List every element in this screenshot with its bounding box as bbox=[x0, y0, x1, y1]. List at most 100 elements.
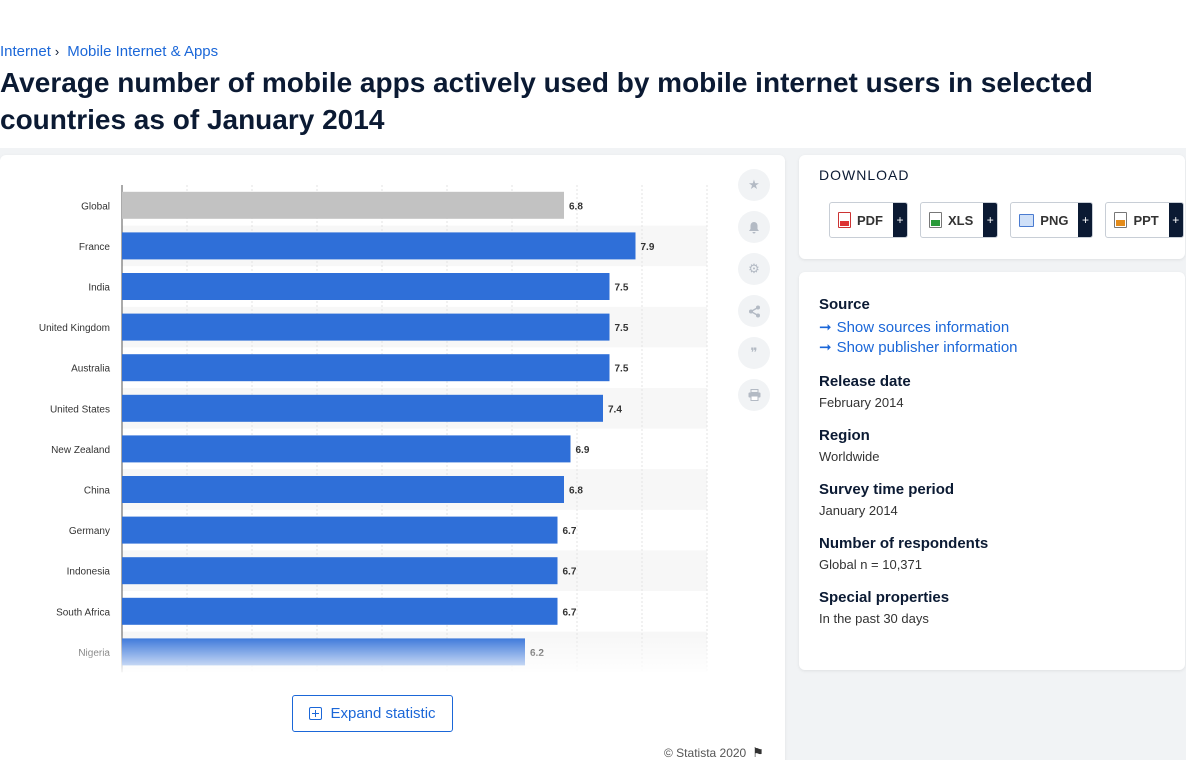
show-sources-label: Show sources information bbox=[836, 318, 1010, 336]
bar bbox=[122, 597, 558, 625]
tick-label: Germany bbox=[69, 526, 110, 537]
bar bbox=[122, 191, 564, 219]
tick-label: Indonesia bbox=[67, 567, 111, 578]
bar bbox=[122, 435, 571, 463]
download-png-button[interactable]: PNG + bbox=[1010, 202, 1094, 238]
star-icon[interactable]: ★ bbox=[738, 169, 770, 201]
statistic-info-card: Source ➞ Show sources information ➞ Show p… bbox=[799, 272, 1185, 670]
bar bbox=[122, 313, 610, 341]
arrow-right-icon: ➞ bbox=[819, 319, 832, 336]
bar bbox=[122, 232, 636, 260]
data-label: 7.4 bbox=[608, 404, 622, 415]
bar bbox=[122, 394, 603, 422]
tick-label: Australia bbox=[71, 364, 110, 375]
data-label: 6.2 bbox=[530, 648, 544, 659]
data-label: 6.7 bbox=[563, 567, 577, 578]
respondents-label: Number of respondents bbox=[819, 535, 989, 552]
source-block: Source ➞ Show sources information ➞ Show p… bbox=[819, 296, 1165, 356]
download-pdf-main[interactable]: PDF bbox=[830, 203, 893, 237]
bell-icon[interactable] bbox=[738, 211, 770, 243]
download-ppt-plus[interactable]: + bbox=[1168, 203, 1183, 237]
source-label: Source bbox=[819, 296, 870, 313]
region-block: Region Worldwide bbox=[819, 427, 1165, 464]
tick-label: India bbox=[88, 283, 110, 294]
data-label: 7.5 bbox=[615, 323, 629, 334]
print-icon[interactable] bbox=[738, 379, 770, 411]
download-buttons: PDF + XLS + PNG + PPT + bbox=[829, 202, 1184, 238]
show-sources-link[interactable]: ➞ Show sources information bbox=[819, 318, 1165, 337]
download-xls-button[interactable]: XLS + bbox=[920, 202, 999, 238]
region-value: Worldwide bbox=[819, 449, 880, 464]
png-file-icon bbox=[1019, 213, 1035, 227]
region-label: Region bbox=[819, 427, 870, 444]
download-ppt-main[interactable]: PPT bbox=[1106, 203, 1168, 237]
xls-file-icon bbox=[929, 212, 942, 228]
download-png-plus[interactable]: + bbox=[1078, 203, 1093, 237]
download-card: DOWNLOAD PDF + XLS + PNG + PPT + bbox=[799, 155, 1185, 259]
gear-icon[interactable]: ⚙ bbox=[738, 253, 770, 285]
breadcrumb-separator: › bbox=[54, 44, 60, 59]
data-label: 6.8 bbox=[569, 486, 583, 497]
release-date-label: Release date bbox=[819, 373, 911, 390]
download-xls-plus[interactable]: + bbox=[983, 203, 998, 237]
bar bbox=[122, 354, 610, 382]
data-label: 7.5 bbox=[615, 283, 629, 294]
survey-period-label: Survey time period bbox=[819, 481, 955, 498]
respondents-value: Global n = 10,371 bbox=[819, 557, 922, 572]
pdf-file-icon bbox=[838, 212, 851, 228]
survey-period-value: January 2014 bbox=[819, 503, 898, 518]
tick-label: France bbox=[79, 242, 111, 253]
breadcrumb: Internet › Mobile Internet & Apps bbox=[0, 43, 218, 60]
expand-statistic-label: Expand statistic bbox=[330, 705, 436, 722]
survey-period-block: Survey time period January 2014 bbox=[819, 481, 1165, 518]
download-png-label: PNG bbox=[1040, 212, 1069, 228]
ppt-file-icon bbox=[1114, 212, 1128, 228]
show-publisher-link[interactable]: ➞ Show publisher information bbox=[819, 338, 1165, 357]
bar bbox=[122, 638, 525, 666]
show-publisher-label: Show publisher information bbox=[836, 338, 1018, 356]
tick-label: Nigeria bbox=[78, 648, 110, 659]
download-title: DOWNLOAD bbox=[819, 167, 910, 183]
chart-card: Global 6.8 France 7.9 India 7.5 United Kingdom… bbox=[0, 155, 785, 760]
tick-label: China bbox=[84, 486, 111, 497]
download-pdf-label: PDF bbox=[857, 212, 883, 228]
bar-chart: Global 6.8 France 7.9 India 7.5 United Kingdom… bbox=[39, 185, 708, 673]
breadcrumb-item-mobile-internet-apps[interactable]: Mobile Internet & Apps bbox=[67, 43, 218, 60]
special-properties-block: Special properties In the past 30 days bbox=[819, 589, 1165, 626]
expand-statistic-button[interactable]: Expand statistic bbox=[292, 695, 453, 732]
data-label: 7.5 bbox=[615, 364, 629, 375]
download-ppt-button[interactable]: PPT + bbox=[1105, 202, 1184, 238]
download-pdf-button[interactable]: PDF + bbox=[829, 202, 908, 238]
bar bbox=[122, 516, 558, 544]
quote-icon[interactable]: ❞ bbox=[738, 337, 770, 369]
tick-label: United States bbox=[50, 404, 110, 415]
tick-label: South Africa bbox=[56, 607, 110, 618]
data-label: 6.9 bbox=[576, 445, 590, 456]
share-icon[interactable] bbox=[738, 295, 770, 327]
copyright-text[interactable]: © Statista 2020 bbox=[664, 746, 746, 760]
tick-label: United Kingdom bbox=[39, 323, 110, 334]
download-ppt-label: PPT bbox=[1133, 212, 1159, 228]
special-properties-label: Special properties bbox=[819, 589, 950, 606]
special-properties-value: In the past 30 days bbox=[819, 611, 929, 626]
tick-label: New Zealand bbox=[51, 445, 110, 456]
download-xls-main[interactable]: XLS bbox=[921, 203, 983, 237]
bar bbox=[122, 557, 558, 585]
bar bbox=[122, 273, 610, 300]
copyright-note: © Statista 2020 ⚑ bbox=[664, 745, 764, 760]
download-png-main[interactable]: PNG bbox=[1011, 203, 1078, 237]
page-title: Average number of mobile apps actively u… bbox=[0, 67, 1093, 135]
respondents-block: Number of respondents Global n = 10,371 bbox=[819, 535, 1165, 572]
flag-icon[interactable]: ⚑ bbox=[752, 745, 764, 760]
data-label: 6.7 bbox=[563, 607, 577, 618]
download-pdf-plus[interactable]: + bbox=[893, 203, 907, 237]
expand-icon bbox=[309, 707, 323, 720]
chart-tools: ★ ⚙ ❞ bbox=[738, 169, 770, 411]
tick-label: Global bbox=[81, 201, 110, 212]
bar bbox=[122, 476, 564, 503]
release-date-value: February 2014 bbox=[819, 395, 904, 410]
data-label: 7.9 bbox=[641, 242, 655, 253]
download-xls-label: XLS bbox=[948, 212, 974, 228]
breadcrumb-item-internet[interactable]: Internet bbox=[0, 43, 51, 60]
release-date-block: Release date February 2014 bbox=[819, 373, 1165, 410]
